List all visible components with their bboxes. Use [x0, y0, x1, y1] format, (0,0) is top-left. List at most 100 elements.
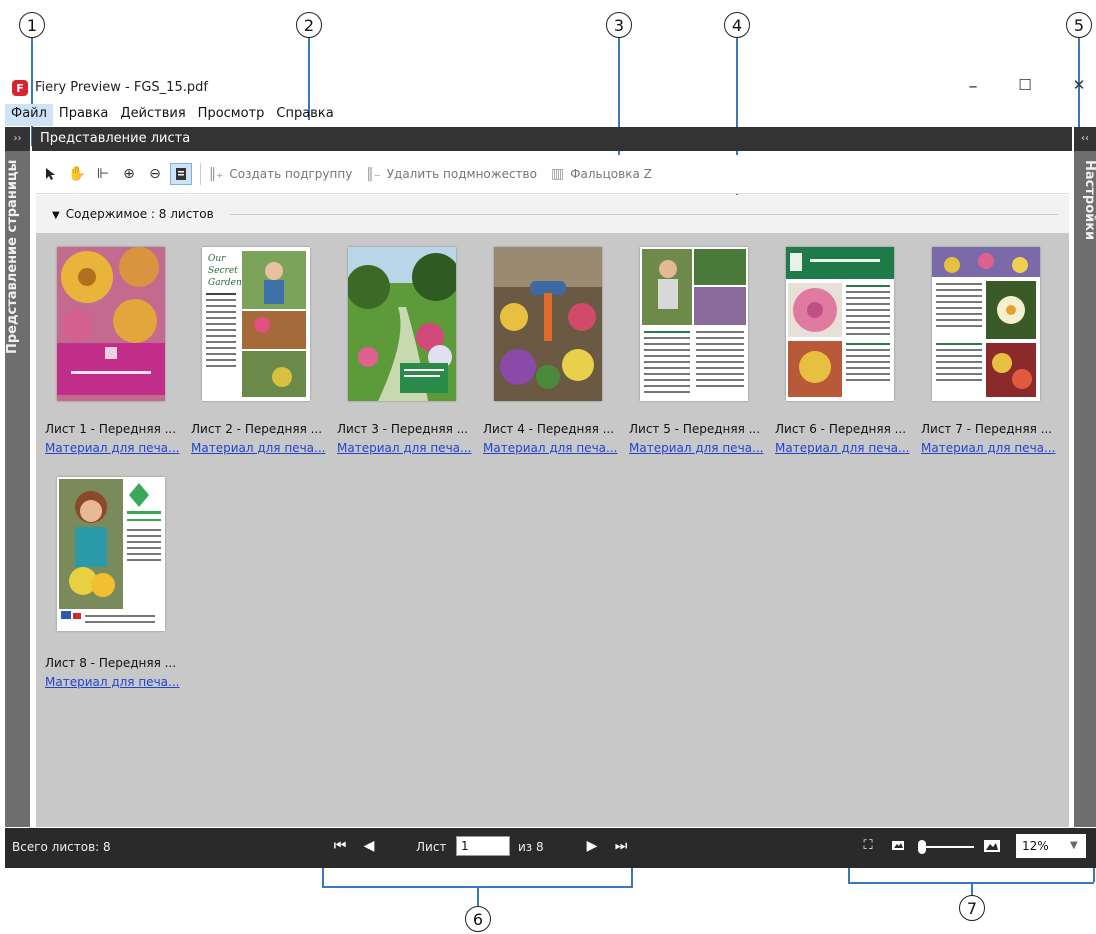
status-bar — [5, 828, 1096, 868]
menu-bar: Файл Правка Действия Просмотр Справка — [5, 104, 340, 126]
sheet-label: Лист 7 - Передняя ... — [921, 422, 1053, 436]
callout-1: 1 — [19, 12, 45, 38]
sheet-media-link[interactable]: Материал для печа... — [775, 441, 909, 455]
last-sheet-icon[interactable]: ⏭ — [614, 838, 628, 856]
small-thumbnail-icon[interactable] — [890, 838, 906, 854]
callout-7: 7 — [959, 895, 985, 921]
create-subgroup-label: Создать подгруппу — [229, 167, 353, 181]
minimize-button[interactable]: – — [958, 76, 988, 97]
callout-7-bracket-left — [848, 868, 850, 882]
sheet-thumbnail[interactable] — [494, 247, 602, 401]
fiery-logo-icon: F — [12, 80, 28, 96]
sheet-media-link[interactable]: Материал для печа... — [45, 441, 179, 455]
menu-view[interactable]: Просмотр — [192, 104, 271, 126]
sheet-number-input[interactable]: 1 — [456, 836, 510, 856]
svg-text:Secret: Secret — [208, 266, 238, 276]
sheet-corner-marker — [494, 393, 502, 401]
content-group-toggle[interactable]: ▼ Содержимое : 8 листов — [52, 207, 214, 221]
large-thumbnail-icon[interactable] — [984, 838, 1000, 854]
delete-subset-label: Удалить подмножество — [386, 167, 537, 181]
sheet-thumbnail[interactable] — [348, 247, 456, 401]
total-sheets: Всего листов: 8 — [12, 840, 111, 854]
sheet-media-link[interactable]: Материал для печа... — [191, 441, 325, 455]
sheet-count-label: из 8 — [518, 840, 544, 854]
maximize-button[interactable]: ☐ — [1010, 76, 1040, 94]
sheet-thumbnail[interactable] — [932, 247, 1040, 401]
callout-6: 6 — [465, 906, 491, 932]
sheet-view-icon[interactable] — [170, 163, 192, 185]
toolbar: ✋ ⊩ ⊕ ⊖ ‖₊ Создать подгруппу ‖₋ Удалить … — [36, 155, 1069, 194]
expand-settings-button[interactable]: ‹‹ — [1074, 127, 1096, 151]
sheet-media-link[interactable]: Материал для печа... — [337, 441, 471, 455]
callout-4: 4 — [724, 12, 750, 38]
callout-6-bracket-left — [322, 868, 324, 886]
callout-2: 2 — [296, 12, 322, 38]
create-subgroup-icon: ‖₊ — [209, 166, 224, 182]
sheet-label: Лист 8 - Передняя ... — [45, 656, 177, 670]
sheet-thumbnail[interactable]: Our Secret Garden — [202, 247, 310, 401]
sheet-corner-marker — [348, 393, 356, 401]
create-subgroup-button[interactable]: ‖₊ Создать подгруппу — [209, 166, 352, 182]
sheet-corner-marker — [932, 393, 940, 401]
sheet-label: Лист 2 - Передняя ... — [191, 422, 323, 436]
fit-to-window-icon[interactable]: ⛶ — [860, 838, 876, 854]
callout-3-line — [618, 38, 620, 174]
sheet-media-link[interactable]: Материал для печа... — [921, 441, 1055, 455]
delete-subset-button[interactable]: ‖₋ Удалить подмножество — [366, 166, 537, 182]
zoom-in-icon[interactable]: ⊕ — [118, 163, 140, 185]
menu-help[interactable]: Справка — [270, 104, 339, 126]
settings-tab[interactable]: Настройки — [1075, 160, 1096, 260]
ruler-tool-icon[interactable]: ⊩ — [92, 163, 114, 185]
sheet-number-label: Лист — [416, 840, 447, 854]
sheet-thumbnail[interactable] — [786, 247, 894, 401]
sheet-corner-marker — [202, 393, 210, 401]
delete-subset-icon: ‖₋ — [366, 166, 381, 182]
sheet-media-link[interactable]: Материал для печа... — [629, 441, 763, 455]
select-tool-icon[interactable] — [40, 163, 62, 185]
fold-z-icon: ▥ — [550, 166, 565, 182]
svg-text:Our: Our — [208, 254, 226, 264]
svg-text:Garden: Garden — [208, 278, 242, 288]
first-sheet-icon[interactable]: ⏮ — [333, 838, 347, 856]
callout-5: 5 — [1066, 12, 1092, 38]
chevron-down-icon[interactable]: ▼ — [1070, 834, 1078, 858]
sheet-corner-marker — [640, 393, 648, 401]
sheet-label: Лист 1 - Передняя ... — [45, 422, 177, 436]
sheet-corner-marker — [57, 393, 65, 401]
menu-actions[interactable]: Действия — [114, 104, 191, 126]
zoom-slider-track[interactable] — [926, 846, 974, 848]
toolbar-separator — [200, 163, 201, 185]
close-button[interactable]: ✕ — [1064, 76, 1094, 94]
zoom-out-icon[interactable]: ⊖ — [144, 163, 166, 185]
previous-sheet-icon[interactable]: ◀ — [362, 838, 376, 856]
sheet-view-title: Представление листа — [32, 127, 1072, 151]
sheet-thumbnail[interactable] — [640, 247, 748, 401]
fold-z-button[interactable]: ▥ Фальцовка Z — [551, 166, 652, 182]
content-divider — [230, 214, 1058, 215]
callout-7-bracket-right — [1093, 868, 1095, 882]
fold-z-label: Фальцовка Z — [570, 167, 652, 181]
content-group-label: Содержимое : 8 листов — [65, 207, 214, 221]
sheet-corner-marker — [786, 393, 794, 401]
sheet-corner-marker — [57, 623, 65, 631]
menu-file[interactable]: Файл — [5, 104, 53, 126]
sheet-label: Лист 3 - Передняя ... — [337, 422, 469, 436]
menu-edit[interactable]: Правка — [53, 104, 114, 126]
callout-7-line — [971, 882, 973, 896]
sheet-media-link[interactable]: Материал для печа... — [483, 441, 617, 455]
sheet-thumbnail[interactable] — [57, 247, 165, 401]
callout-6-bracket-right — [631, 868, 633, 886]
page-view-tab[interactable]: Представление страницы — [5, 160, 30, 360]
expand-page-view-button[interactable]: ›› — [5, 127, 30, 151]
zoom-slider-handle[interactable] — [918, 840, 926, 854]
sheet-thumbnail[interactable] — [57, 477, 165, 631]
next-sheet-icon[interactable]: ▶ — [585, 838, 599, 856]
window-title: Fiery Preview - FGS_15.pdf — [35, 80, 208, 95]
sheet-label: Лист 6 - Передняя ... — [775, 422, 907, 436]
sheet-label: Лист 4 - Передняя ... — [483, 422, 615, 436]
callout-3: 3 — [606, 12, 632, 38]
sheet-media-link[interactable]: Материал для печа... — [45, 675, 179, 689]
callout-6-line — [477, 886, 479, 906]
collapse-triangle-icon: ▼ — [52, 210, 60, 221]
hand-tool-icon[interactable]: ✋ — [66, 163, 88, 185]
